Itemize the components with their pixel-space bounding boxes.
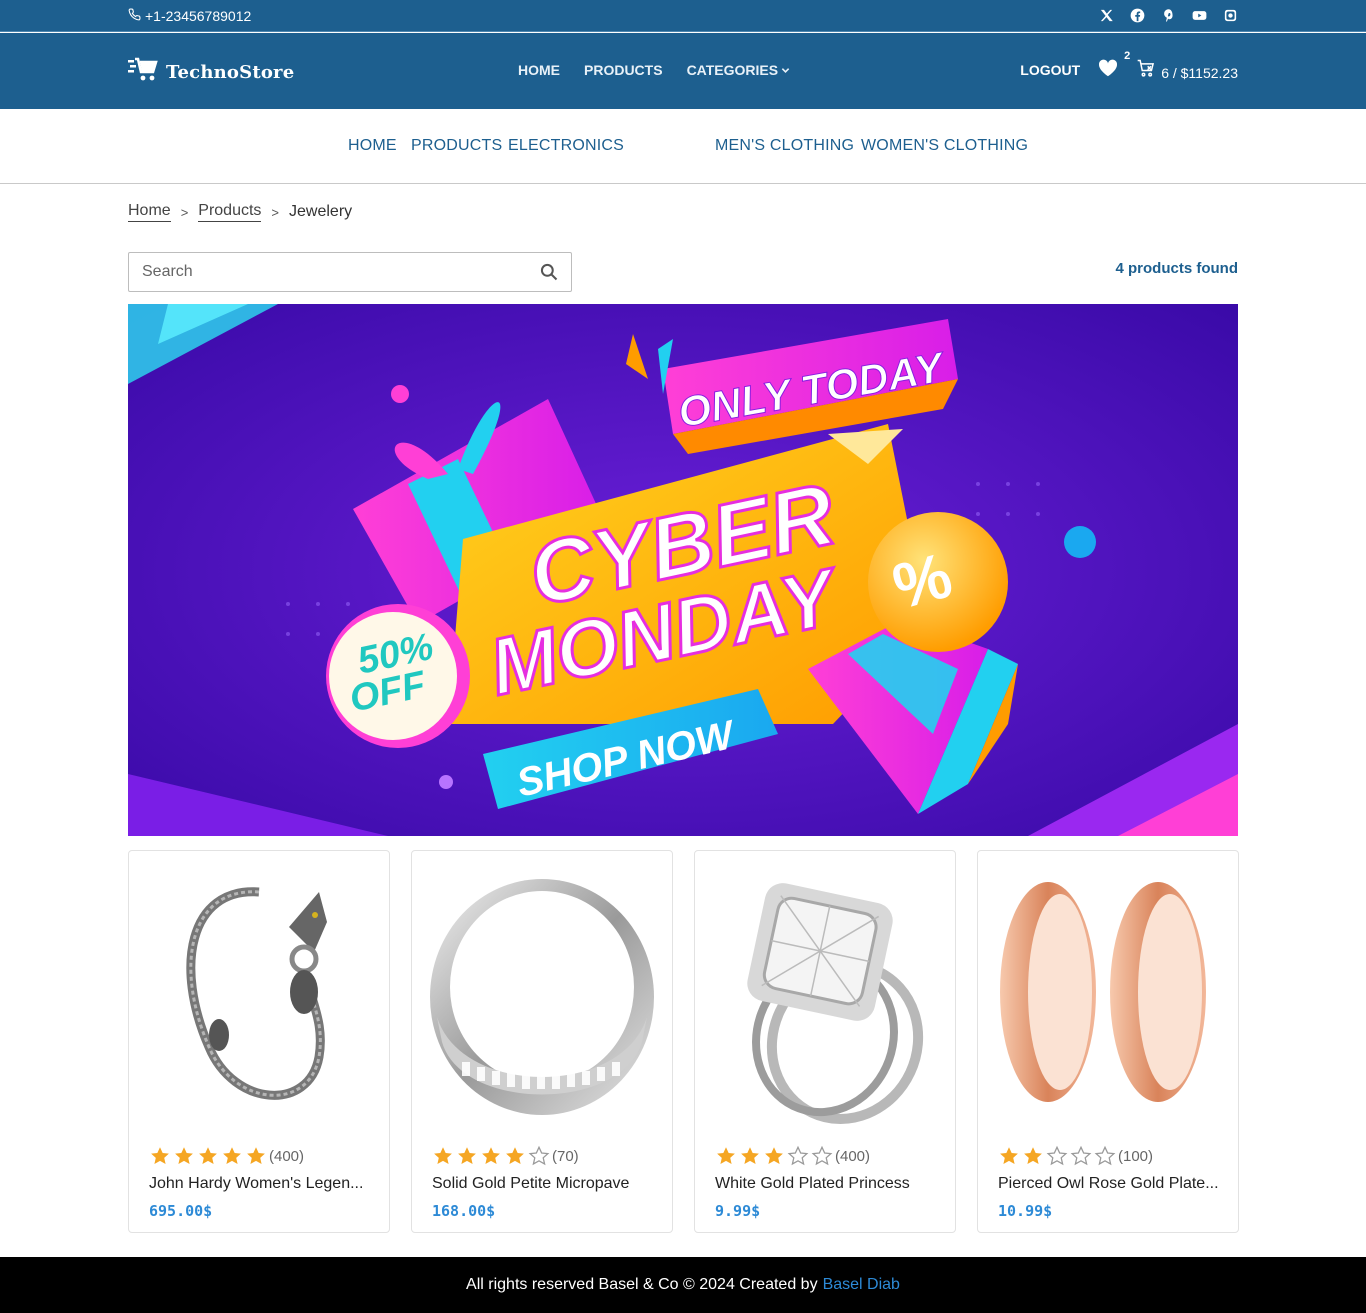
footer: All rights reserved Basel & Co © 2024 Cr… [0, 1257, 1366, 1313]
product-title[interactable]: Pierced Owl Rose Gold Plate... [998, 1175, 1224, 1193]
main-header: TechnoStore HOME PRODUCTS CATEGORIES LOG… [0, 33, 1366, 109]
star-empty-icon [811, 1145, 833, 1167]
star-empty-icon [1070, 1145, 1092, 1167]
x-icon[interactable] [1099, 8, 1114, 23]
rating-count: (400) [835, 1147, 871, 1165]
rating-count: (70) [552, 1147, 579, 1165]
product-rating: (400) [715, 1145, 870, 1167]
header-actions: LOGOUT 2 6 / $1152.23 [1020, 50, 1238, 85]
nav-home[interactable]: HOME [518, 62, 560, 78]
star-filled-icon [197, 1145, 219, 1167]
phone-icon [128, 8, 141, 24]
wishlist-button[interactable]: 2 [1098, 50, 1130, 81]
product-title[interactable]: White Gold Plated Princess [715, 1175, 941, 1193]
pinterest-icon[interactable] [1161, 8, 1176, 23]
phone-contact[interactable]: +1-23456789012 [128, 8, 251, 24]
product-title[interactable]: Solid Gold Petite Micropave [432, 1175, 658, 1193]
product-title[interactable]: John Hardy Women's Legen... [149, 1175, 375, 1193]
product-image-silver-ring[interactable] [422, 861, 662, 1133]
star-filled-icon [480, 1145, 502, 1167]
heart-icon [1098, 59, 1118, 81]
breadcrumb: Home > Products > Jewelery [128, 202, 352, 222]
product-price: 695.00$ [149, 1202, 213, 1220]
product-rating: (70) [432, 1145, 579, 1167]
nav-categories[interactable]: CATEGORIES [687, 62, 791, 78]
product-rating: (400) [149, 1145, 304, 1167]
star-filled-icon [456, 1145, 478, 1167]
product-grid: (400) John Hardy Women's Legen... 695.00… [128, 850, 1239, 1233]
results-count: 4 products found [1115, 260, 1239, 277]
product-image-bracelet[interactable] [139, 861, 379, 1133]
top-bar: +1-23456789012 [0, 0, 1366, 32]
cart-summary: 6 / $1152.23 [1161, 65, 1238, 81]
breadcrumb-home[interactable]: Home [128, 202, 171, 222]
nav-products-label: PRODUCTS [584, 62, 663, 78]
nav-home-label: HOME [518, 62, 560, 78]
star-empty-icon [528, 1145, 550, 1167]
social-links [1099, 8, 1238, 23]
star-filled-icon [739, 1145, 761, 1167]
promo-banner[interactable]: ONLY TODAY CYBER MONDAY SHOP NOW 50% OFF… [128, 304, 1238, 836]
search-input[interactable] [129, 253, 527, 291]
category-electronics[interactable]: ELECTRONICS [508, 137, 624, 155]
star-filled-icon [432, 1145, 454, 1167]
product-image-rose-gold-plugs[interactable] [988, 861, 1228, 1133]
search-icon[interactable] [527, 262, 571, 282]
footer-author-link[interactable]: Basel Diab [823, 1276, 900, 1294]
wishlist-count-badge: 2 [1124, 50, 1131, 62]
category-products[interactable]: PRODUCTS [411, 137, 502, 155]
logout-button[interactable]: LOGOUT [1020, 62, 1080, 78]
category-home[interactable]: HOME [348, 137, 397, 155]
chevron-down-icon [781, 62, 790, 78]
rating-count: (100) [1118, 1147, 1154, 1165]
star-filled-icon [763, 1145, 785, 1167]
product-rating: (100) [998, 1145, 1153, 1167]
product-price: 168.00$ [432, 1202, 496, 1220]
product-card[interactable]: (400) John Hardy Women's Legen... 695.00… [128, 850, 390, 1233]
star-filled-icon [221, 1145, 243, 1167]
star-filled-icon [715, 1145, 737, 1167]
product-price: 9.99$ [715, 1202, 761, 1220]
breadcrumb-current: Jewelery [289, 203, 353, 220]
nav-products[interactable]: PRODUCTS [584, 62, 663, 78]
category-mens-clothing[interactable]: MEN'S CLOTHING [715, 137, 854, 155]
product-price: 10.99$ [998, 1202, 1053, 1220]
cart-button[interactable]: 6 / $1152.23 [1136, 59, 1238, 81]
brand-logo[interactable]: TechnoStore [128, 56, 294, 89]
cart-logo-icon [128, 56, 158, 89]
star-filled-icon [998, 1145, 1020, 1167]
star-filled-icon [149, 1145, 171, 1167]
facebook-icon[interactable] [1130, 8, 1145, 23]
nav-categories-label: CATEGORIES [686, 62, 779, 78]
product-card[interactable]: (100) Pierced Owl Rose Gold Plate... 10.… [977, 850, 1239, 1233]
star-empty-icon [1094, 1145, 1116, 1167]
brand-name: TechnoStore [166, 62, 295, 83]
breadcrumb-separator: > [180, 204, 189, 220]
breadcrumb-products[interactable]: Products [198, 202, 262, 222]
youtube-icon[interactable] [1192, 8, 1207, 23]
star-empty-icon [787, 1145, 809, 1167]
product-card[interactable]: (400) White Gold Plated Princess 9.99$ [694, 850, 956, 1233]
star-filled-icon [1022, 1145, 1044, 1167]
star-filled-icon [173, 1145, 195, 1167]
product-image-diamond-ring[interactable] [705, 861, 945, 1133]
star-filled-icon [504, 1145, 526, 1167]
category-nav: HOME PRODUCTS ELECTRONICS MEN'S CLOTHING… [0, 109, 1366, 184]
product-card[interactable]: (70) Solid Gold Petite Micropave 168.00$ [411, 850, 673, 1233]
main-nav: HOME PRODUCTS CATEGORIES [518, 62, 790, 78]
breadcrumb-separator: > [271, 204, 280, 220]
phone-number: +1-23456789012 [145, 8, 252, 24]
star-empty-icon [1046, 1145, 1068, 1167]
category-womens-clothing[interactable]: WOMEN'S CLOTHING [861, 137, 1028, 155]
rating-count: (400) [269, 1147, 305, 1165]
search-box [128, 252, 572, 292]
shopping-cart-icon [1136, 59, 1156, 81]
instagram-icon[interactable] [1223, 8, 1238, 23]
star-filled-icon [245, 1145, 267, 1167]
footer-text: All rights reserved Basel & Co © 2024 Cr… [466, 1276, 818, 1293]
